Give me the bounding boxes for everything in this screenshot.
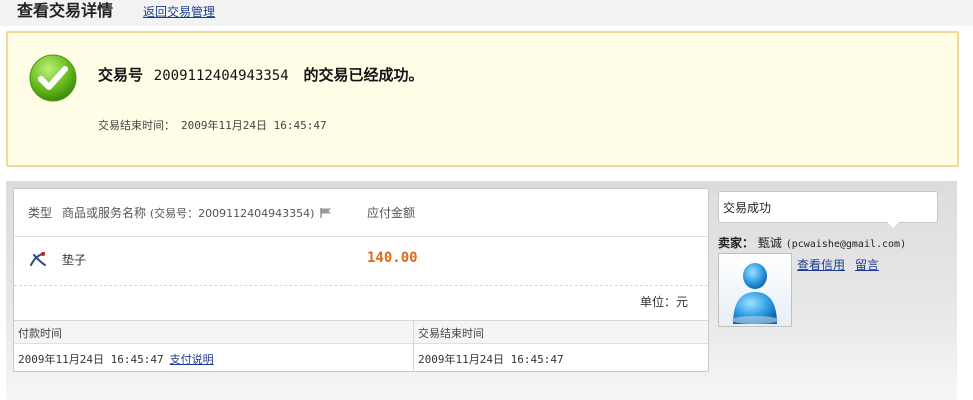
- page-title: 查看交易详情: [17, 1, 114, 20]
- end-time-value: 2009年11月24日 16:45:47: [181, 119, 327, 132]
- item-price: 140.00: [367, 250, 418, 266]
- order-table-header: 类型 商品或服务名称 (交易号：2009112404943354) 应付金额: [14, 189, 708, 237]
- seller-email: (pcwaishe@gmail.com): [785, 239, 907, 250]
- seller-label: 卖家：: [718, 236, 755, 250]
- trade-status-bubble: 交易成功: [718, 191, 938, 223]
- page-header: 查看交易详情 返回交易管理: [0, 0, 973, 26]
- trade-success-message: 交易号 2009112404943354 的交易已经成功。: [98, 65, 423, 86]
- pay-time-cell: 2009年11月24日 16:45:47 支付说明: [18, 351, 214, 367]
- trade-no-prefix: 交易号: [98, 66, 144, 84]
- order-panel: 类型 商品或服务名称 (交易号：2009112404943354) 应付金额 垫…: [13, 188, 709, 372]
- column-divider: [413, 321, 414, 372]
- flag-icon[interactable]: [320, 208, 332, 218]
- seller-name: 甄诚: [757, 236, 782, 250]
- end-time-label: 交易结束时间：: [98, 119, 175, 132]
- seller-links: 查看信用 留言: [797, 256, 889, 273]
- trade-end-time: 交易结束时间： 2009年11月24日 16:45:47: [98, 118, 327, 134]
- trade-status: 交易成功: [723, 201, 772, 215]
- trade-success-text: 的交易已经成功。: [303, 66, 424, 84]
- view-credit-link[interactable]: 查看信用: [797, 258, 845, 272]
- column-amount: 应付金额: [367, 206, 416, 220]
- column-name-trade-no: (交易号：2009112404943354): [149, 207, 315, 220]
- end-time-header: 交易结束时间: [418, 327, 484, 340]
- seller-info: 卖家： 甄诚 (pcwaishe@gmail.com): [718, 234, 906, 251]
- time-table: 付款时间 交易结束时间 2009年11月24日 16:45:47 支付说明 200…: [14, 320, 708, 372]
- currency-unit: 单位：元: [639, 295, 688, 309]
- trade-details-area: 类型 商品或服务名称 (交易号：2009112404943354) 应付金额 垫…: [6, 181, 957, 400]
- pay-time-header: 付款时间: [18, 327, 62, 340]
- time-table-header: 付款时间 交易结束时间: [14, 321, 708, 344]
- seller-avatar[interactable]: [718, 253, 792, 327]
- item-type-icon: [30, 252, 46, 266]
- pay-time-value: 2009年11月24日 16:45:47: [18, 353, 164, 366]
- item-name[interactable]: 垫子: [62, 251, 86, 268]
- check-circle-icon: [29, 54, 77, 102]
- payment-info-link[interactable]: 支付说明: [170, 353, 214, 366]
- back-to-trade-management-link[interactable]: 返回交易管理: [143, 4, 215, 20]
- order-item-row: 垫子 140.00: [14, 237, 708, 286]
- column-type: 类型: [28, 206, 53, 220]
- status-bubble-tail: [886, 221, 900, 228]
- leave-message-link[interactable]: 留言: [855, 258, 879, 272]
- trade-number: 2009112404943354: [153, 68, 289, 84]
- column-name-label: 商品或服务名称: [62, 206, 147, 220]
- end-time-cell: 2009年11月24日 16:45:47: [418, 353, 564, 366]
- success-notice: 交易号 2009112404943354 的交易已经成功。 交易结束时间： 200…: [6, 31, 959, 167]
- column-name: 商品或服务名称 (交易号：2009112404943354): [62, 204, 332, 221]
